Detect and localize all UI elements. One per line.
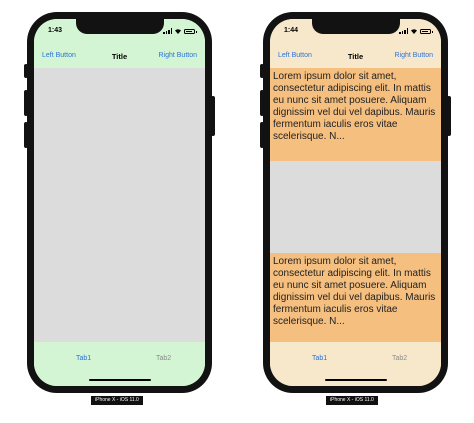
device-screen: 1:44 Left Button Title Right Button Lore… xyxy=(270,19,441,386)
navigation-bar: Left Button Title Right Button xyxy=(34,45,205,67)
tab-2[interactable]: Tab2 xyxy=(156,355,171,362)
mute-switch xyxy=(24,64,28,78)
device-screen: 1:43 Left Button Title Right Button Tab1… xyxy=(34,19,205,386)
text-block-top: Lorem ipsum dolor sit amet, consectetur … xyxy=(270,68,441,161)
tab-2[interactable]: Tab2 xyxy=(392,355,407,362)
iphone-x-left: 1:43 Left Button Title Right Button Tab1… xyxy=(24,12,215,393)
text-block-label: Lorem ipsum dolor sit amet, consectetur … xyxy=(273,256,436,327)
home-indicator[interactable] xyxy=(324,379,387,381)
content-area xyxy=(34,68,205,342)
text-block-bottom: Lorem ipsum dolor sit amet, consectetur … xyxy=(270,253,441,349)
right-button[interactable]: Right Button xyxy=(394,52,433,59)
tab-bar: Tab1 Tab2 xyxy=(34,342,205,386)
device-caption: iPhone X - iOS 11.0 xyxy=(326,396,378,405)
volume-down-button xyxy=(24,122,28,148)
status-time: 1:44 xyxy=(284,27,299,34)
notch xyxy=(311,19,400,34)
battery-icon xyxy=(184,28,197,34)
signal-icon xyxy=(163,28,172,34)
iphone-x-right: 1:44 Left Button Title Right Button Lore… xyxy=(260,12,451,393)
volume-down-button xyxy=(260,122,264,148)
side-button xyxy=(447,96,451,136)
navigation-bar: Left Button Title Right Button xyxy=(270,45,441,67)
wifi-icon xyxy=(411,29,417,34)
status-icons xyxy=(399,28,433,34)
tab-1[interactable]: Tab1 xyxy=(312,355,327,362)
tab-1[interactable]: Tab1 xyxy=(76,355,91,362)
side-button xyxy=(211,96,215,136)
status-time: 1:43 xyxy=(48,27,63,34)
text-block-label: Lorem ipsum dolor sit amet, consectetur … xyxy=(273,71,436,142)
right-button[interactable]: Right Button xyxy=(158,52,197,59)
battery-icon xyxy=(420,28,433,34)
status-icons xyxy=(163,28,197,34)
tab-bar: Tab1 Tab2 xyxy=(270,342,441,386)
wifi-icon xyxy=(175,29,181,34)
signal-icon xyxy=(399,28,408,34)
device-caption: iPhone X - iOS 11.0 xyxy=(91,396,143,405)
notch xyxy=(75,19,164,34)
home-indicator[interactable] xyxy=(88,379,151,381)
mute-switch xyxy=(260,64,264,78)
volume-up-button xyxy=(260,90,264,116)
volume-up-button xyxy=(24,90,28,116)
